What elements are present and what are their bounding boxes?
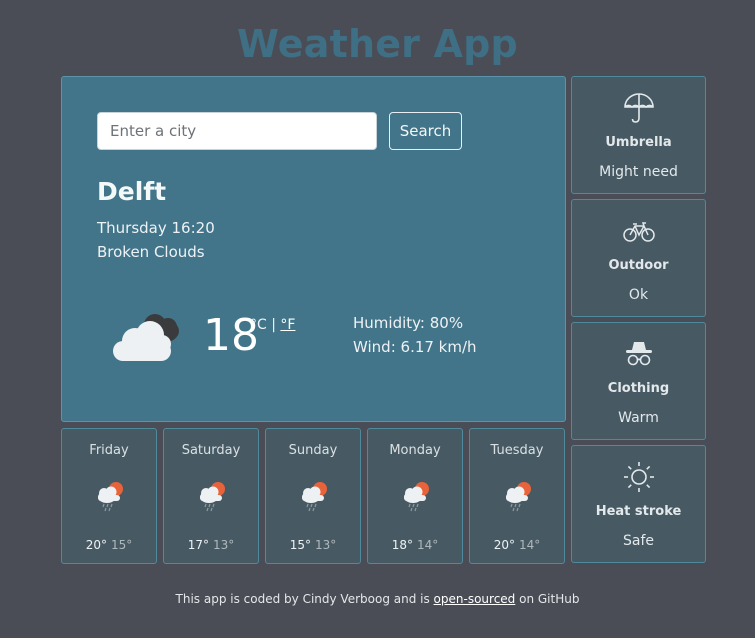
- advice-value: Might need: [599, 164, 678, 180]
- outdoor-card: Outdoor Ok: [571, 199, 706, 317]
- advice-value: Warm: [618, 410, 659, 426]
- forecast-max: 17°: [187, 538, 209, 552]
- advice-value: Safe: [622, 533, 654, 549]
- umbrella-card: Umbrella Might need: [571, 76, 706, 194]
- footer-text-after: on GitHub: [515, 592, 580, 606]
- forecast-day-card: Friday 20° 15°: [61, 428, 157, 564]
- sun-cloud-rain-icon: [403, 481, 430, 512]
- city-name: Delft: [97, 177, 167, 206]
- footer-text-before: This app is coded by Cindy Verboog and i…: [175, 592, 434, 606]
- unit-separator: |: [266, 317, 281, 333]
- bicycle-icon: [623, 222, 655, 242]
- heat-stroke-card: Heat stroke Safe: [571, 445, 706, 563]
- umbrella-icon: [624, 93, 654, 123]
- advice-title: Heat stroke: [595, 504, 682, 519]
- forecast-max: 20°: [85, 538, 107, 552]
- sun-cloud-rain-icon: [97, 481, 124, 512]
- city-search-input[interactable]: [97, 112, 377, 150]
- humidity-text: Humidity: 80%: [353, 314, 464, 332]
- sun-cloud-rain-icon: [505, 481, 532, 512]
- forecast-day-card: Tuesday 20° 14°: [469, 428, 565, 564]
- forecast-temps: 15° 13°: [266, 538, 360, 552]
- current-datetime: Thursday 16:20: [97, 219, 215, 237]
- forecast-day-card: Saturday 17° 13°: [163, 428, 259, 564]
- forecast-min: 13°: [213, 538, 235, 552]
- forecast-min: 14°: [417, 538, 439, 552]
- current-weather-card: Search Delft Thursday 16:20 Broken Cloud…: [61, 76, 566, 422]
- sun-cloud-rain-icon: [199, 481, 226, 512]
- broken-clouds-icon: [113, 314, 179, 361]
- forecast-day: Tuesday: [490, 443, 544, 458]
- advice-title: Umbrella: [605, 135, 672, 150]
- advice-value: Ok: [628, 287, 649, 303]
- forecast-max: 20°: [493, 538, 515, 552]
- open-sourced-link[interactable]: open-sourced: [434, 592, 516, 606]
- forecast-temps: 20° 15°: [62, 538, 156, 552]
- forecast-min: 14°: [519, 538, 541, 552]
- forecast-max: 18°: [391, 538, 413, 552]
- forecast-max: 15°: [289, 538, 311, 552]
- sun-icon: [624, 462, 654, 492]
- forecast-min: 13°: [315, 538, 337, 552]
- forecast-day: Saturday: [181, 443, 241, 458]
- wind-text: Wind: 6.17 km/h: [353, 338, 477, 356]
- fahrenheit-link[interactable]: °F: [280, 317, 295, 333]
- forecast-day-card: Sunday 15° 13°: [265, 428, 361, 564]
- forecast-day: Sunday: [288, 443, 338, 458]
- forecast-min: 15°: [111, 538, 133, 552]
- forecast-temps: 17° 13°: [164, 538, 258, 552]
- footer: This app is coded by Cindy Verboog and i…: [0, 592, 755, 606]
- sun-cloud-rain-icon: [301, 481, 328, 512]
- forecast-temps: 18° 14°: [368, 538, 462, 552]
- forecast-temps: 20° 14°: [470, 538, 564, 552]
- weather-app-page: Weather App Search Delft Thursday 16:20 …: [0, 0, 755, 638]
- forecast-day-card: Monday 18° 14°: [367, 428, 463, 564]
- advice-title: Clothing: [607, 381, 670, 396]
- clothing-card: Clothing Warm: [571, 322, 706, 440]
- weather-description: Broken Clouds: [97, 243, 205, 261]
- forecast-day: Monday: [389, 443, 441, 458]
- spy-hat-glasses-icon: [626, 342, 652, 366]
- celsius-unit: °C: [250, 317, 267, 333]
- unit-toggle: °C | °F: [250, 317, 295, 333]
- forecast-day: Friday: [89, 443, 129, 458]
- search-button[interactable]: Search: [389, 112, 462, 150]
- advice-title: Outdoor: [608, 258, 669, 273]
- app-title: Weather App: [237, 22, 518, 66]
